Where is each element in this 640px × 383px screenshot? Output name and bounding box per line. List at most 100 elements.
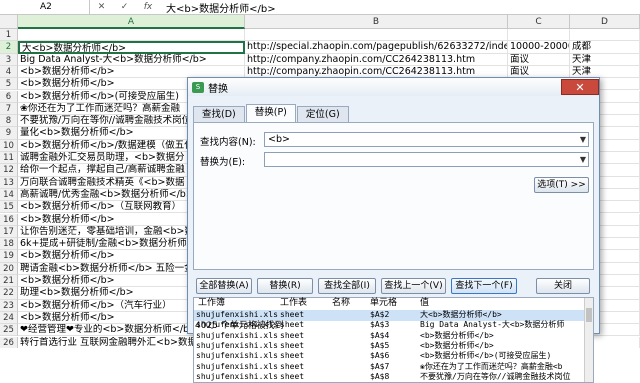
close-icon[interactable]: ✕: [561, 79, 599, 95]
results-scrollbar[interactable]: [584, 298, 593, 382]
cell-a[interactable]: 大<b>数据分析师</b>: [18, 41, 245, 54]
cell-c[interactable]: [508, 29, 570, 42]
row-header[interactable]: 10: [0, 139, 18, 152]
cell-b[interactable]: [245, 29, 508, 42]
row-header[interactable]: 1: [0, 29, 18, 42]
cell-b[interactable]: http://special.zhaopin.com/pagepublish/6…: [245, 41, 508, 54]
tab-goto[interactable]: 定位(G): [296, 106, 349, 122]
result-value: <b>数据分析师</b>(可接受应届生): [420, 351, 552, 361]
row-header[interactable]: 5: [0, 78, 18, 91]
row-header[interactable]: 22: [0, 287, 18, 300]
cell-d[interactable]: 天津: [570, 53, 640, 66]
options-button[interactable]: 选项(T) >>: [534, 177, 589, 193]
result-book: shujufenxishi.xls: [196, 330, 278, 340]
cell-a[interactable]: [18, 29, 245, 42]
chevron-down-icon[interactable]: ▼: [580, 153, 586, 166]
row-header[interactable]: 7: [0, 102, 18, 116]
row-header[interactable]: 8: [0, 115, 18, 128]
row-header[interactable]: 13: [0, 176, 18, 189]
chevron-down-icon[interactable]: ▼: [580, 133, 586, 146]
row-header[interactable]: 16: [0, 213, 18, 226]
result-cell: $A$4: [370, 330, 390, 340]
select-all-corner[interactable]: [0, 15, 18, 29]
row-header[interactable]: 2: [0, 41, 18, 54]
row-header[interactable]: 19: [0, 250, 18, 263]
results-header-cell[interactable]: 单元格: [370, 298, 397, 309]
row-header[interactable]: 3: [0, 53, 18, 66]
result-sheet: sheet: [280, 340, 305, 350]
results-header-book[interactable]: 工作簿: [198, 298, 225, 309]
results-header-sheet[interactable]: 工作表: [280, 298, 307, 309]
replace-input[interactable]: ▼: [264, 152, 589, 167]
row-header[interactable]: 26: [0, 336, 18, 348]
row-header[interactable]: 6: [0, 90, 18, 103]
row-header[interactable]: 12: [0, 164, 18, 177]
result-cell: $A$5: [370, 340, 390, 350]
replace-button[interactable]: 替换(R): [257, 278, 313, 294]
cell-c[interactable]: 面议: [508, 53, 570, 66]
row-header[interactable]: 20: [0, 262, 18, 275]
row-header[interactable]: 24: [0, 311, 18, 325]
find-previous-button[interactable]: 查找上一个(V): [381, 278, 446, 294]
result-sheet: sheet: [280, 330, 305, 340]
result-row[interactable]: shujufenxishi.xls sheet $A$5 <b>数据分析师</b>: [194, 341, 584, 352]
column-header-b[interactable]: B: [245, 15, 508, 29]
results-list[interactable]: 工作簿 工作表 名称 单元格 值 shujufenxishi.xls sheet $…: [193, 297, 594, 383]
result-row[interactable]: shujufenxishi.xls sheet $A$7 ❀你还在为了工作而迷茫吗？高…: [194, 362, 584, 373]
cell-a[interactable]: Big Data Analyst-大<b>数据分析师</b>: [18, 53, 245, 66]
tab-find[interactable]: 查找(D): [193, 106, 245, 122]
result-book: shujufenxishi.xls: [196, 371, 278, 381]
results-header-name[interactable]: 名称: [332, 298, 350, 309]
column-header-d[interactable]: D: [570, 15, 640, 29]
cell-d[interactable]: [570, 29, 640, 42]
row-header[interactable]: 23: [0, 299, 18, 312]
replace-all-button[interactable]: 全部替换(A): [196, 278, 252, 294]
close-button[interactable]: 关闭: [536, 278, 590, 294]
result-cell: $A$3: [370, 320, 390, 330]
find-input[interactable]: <b> ▼: [264, 132, 589, 147]
cancel-icon[interactable]: ✕: [98, 2, 106, 12]
column-header-a[interactable]: A: [18, 15, 245, 29]
replace-panel: 查找内容(N): <b> ▼ 替换为(E): ▼ 选项(T) >>: [193, 122, 594, 270]
row-header[interactable]: 11: [0, 152, 18, 165]
result-book: shujufenxishi.xls: [196, 351, 278, 361]
cell-d[interactable]: 成都: [570, 41, 640, 54]
result-row[interactable]: shujufenxishi.xls sheet $A$8 不要犹豫/万向在等你//诚聘…: [194, 372, 584, 383]
replace-dialog: S 替换 ✕ 查找(D) 替换(P) 定位(G) 查找内容(N): <b> ▼ …: [187, 77, 600, 383]
formula-input[interactable]: 大<b>数据分析师</b>: [160, 0, 276, 15]
result-value: Big Data Analyst-大<b>数据分析师: [420, 320, 565, 330]
row-header[interactable]: 14: [0, 188, 18, 202]
dialog-titlebar[interactable]: S 替换 ✕: [188, 78, 599, 96]
result-cell: $A$8: [370, 371, 390, 381]
cell-b[interactable]: http://company.zhaopin.com/CC264238113.h…: [245, 53, 508, 66]
row-header[interactable]: 17: [0, 225, 18, 239]
result-sheet: sheet: [280, 310, 305, 319]
find-value: <b>: [268, 134, 290, 145]
cell-c[interactable]: 10000-20000: [508, 41, 570, 54]
find-next-button[interactable]: 查找下一个(F): [451, 278, 517, 294]
result-book: shujufenxishi.xls: [196, 340, 278, 350]
result-row[interactable]: shujufenxishi.xls sheet $A$6 <b>数据分析师</b>(可…: [194, 351, 584, 362]
row-header[interactable]: 9: [0, 127, 18, 140]
status-text: 4025 个单元格被找到: [195, 321, 284, 331]
column-header-c[interactable]: C: [508, 15, 570, 29]
row-header[interactable]: 15: [0, 201, 18, 214]
result-row[interactable]: shujufenxishi.xls sheet $A$4 <b>数据分析师</b>: [194, 331, 584, 342]
result-book: shujufenxishi.xls: [196, 361, 278, 371]
replace-label: 替换为(E):: [200, 157, 246, 168]
row-header[interactable]: 25: [0, 324, 18, 337]
result-value: 不要犹豫/万向在等你//诚聘金融技术岗位: [420, 371, 571, 381]
fx-icon[interactable]: fx: [144, 2, 153, 12]
result-sheet: sheet: [280, 320, 305, 330]
row-header[interactable]: 21: [0, 275, 18, 288]
confirm-icon[interactable]: ✓: [121, 2, 129, 12]
result-sheet: sheet: [280, 351, 305, 361]
scroll-thumb[interactable]: [586, 308, 592, 322]
name-box[interactable]: A2: [0, 0, 90, 15]
tab-replace[interactable]: 替换(P): [245, 104, 296, 122]
result-cell: $A$2: [370, 310, 390, 319]
results-header-value[interactable]: 值: [420, 298, 429, 309]
row-header[interactable]: 4: [0, 65, 18, 79]
row-header[interactable]: 18: [0, 238, 18, 251]
find-all-button[interactable]: 查找全部(I): [318, 278, 376, 294]
